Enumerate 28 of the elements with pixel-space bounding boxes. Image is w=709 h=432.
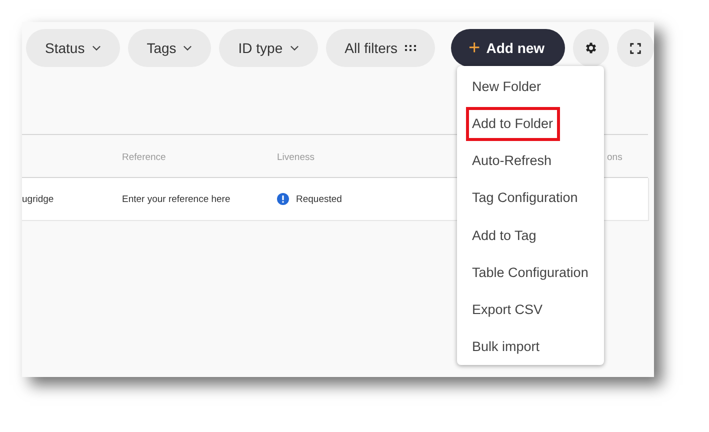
menu-item[interactable]: Export CSV [466, 292, 550, 326]
filter-button[interactable]: Tags [128, 29, 212, 67]
column-header: Reference [122, 152, 166, 163]
status-text: Requested [296, 194, 342, 204]
column-header: ons [607, 152, 622, 163]
chevron-down-icon [92, 45, 101, 51]
menu-item[interactable]: Auto-Refresh [466, 144, 559, 178]
settings-button[interactable] [572, 29, 610, 67]
menu-item[interactable]: New Folder [466, 70, 548, 104]
add-new-button[interactable]: + Add new [450, 29, 565, 67]
column-header: Liveness [277, 152, 314, 163]
menu-item[interactable]: Bulk import [466, 330, 547, 364]
fullscreen-icon [630, 42, 642, 54]
settings-icon [584, 41, 598, 55]
chevron-down-icon [290, 45, 299, 51]
menu-item[interactable]: Add to Folder [466, 106, 560, 140]
filter-button[interactable]: Status [26, 29, 120, 67]
table-cell-text: Enter your reference here [122, 194, 232, 204]
chevron-down-icon [183, 45, 192, 51]
menu-item[interactable]: Add to Tag [466, 218, 544, 252]
filter-button[interactable]: All filters [326, 29, 435, 67]
filter-button[interactable]: ID type [219, 29, 318, 67]
menu-item[interactable]: Table Configuration [466, 255, 596, 289]
menu-item[interactable]: Tag Configuration [466, 181, 585, 215]
fullscreen-button[interactable] [617, 29, 654, 67]
table-cell-text: ugridge [22, 194, 55, 204]
info-icon [277, 193, 289, 205]
grid-dots-icon [404, 45, 416, 51]
